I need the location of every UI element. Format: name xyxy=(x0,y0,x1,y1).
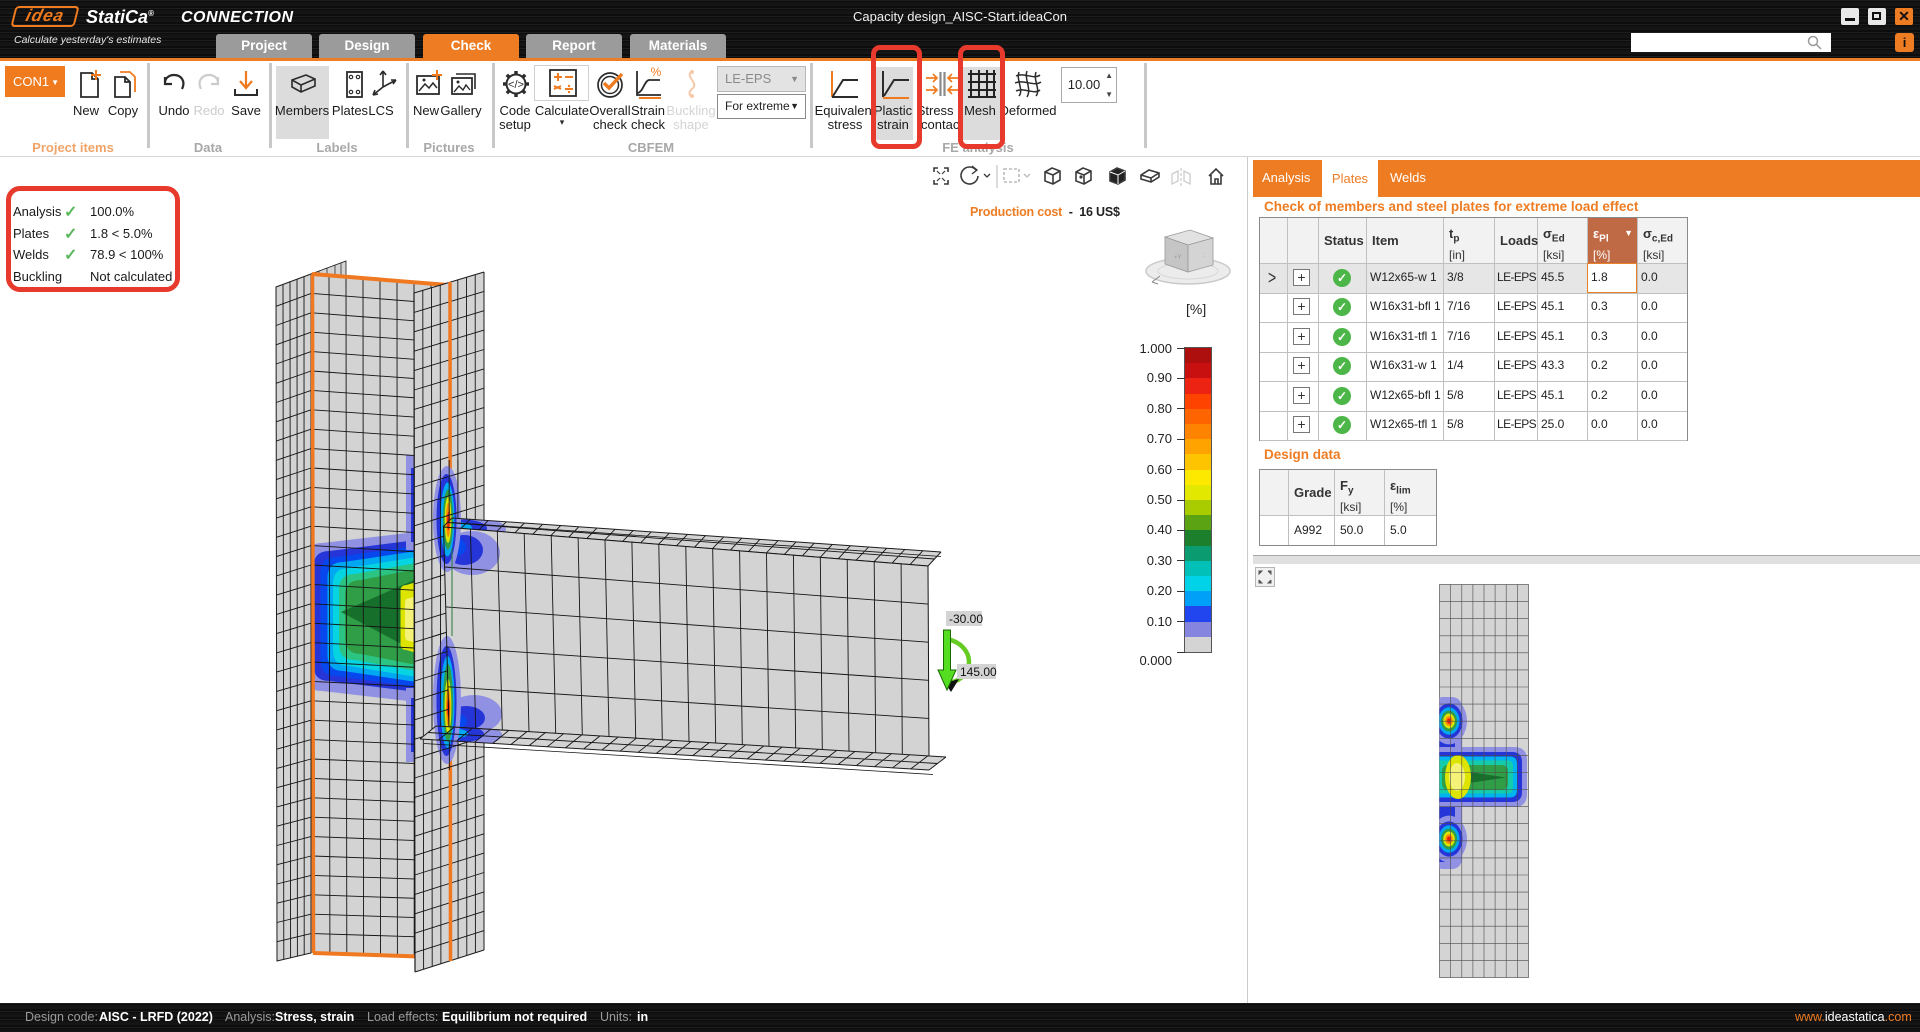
svg-text:%: % xyxy=(651,66,662,79)
svg-text:</>: </> xyxy=(508,79,524,91)
svg-text:-30.00: -30.00 xyxy=(949,612,983,626)
svg-text:+Y: +Y xyxy=(1174,255,1182,261)
svg-text:145.00: 145.00 xyxy=(960,665,997,679)
